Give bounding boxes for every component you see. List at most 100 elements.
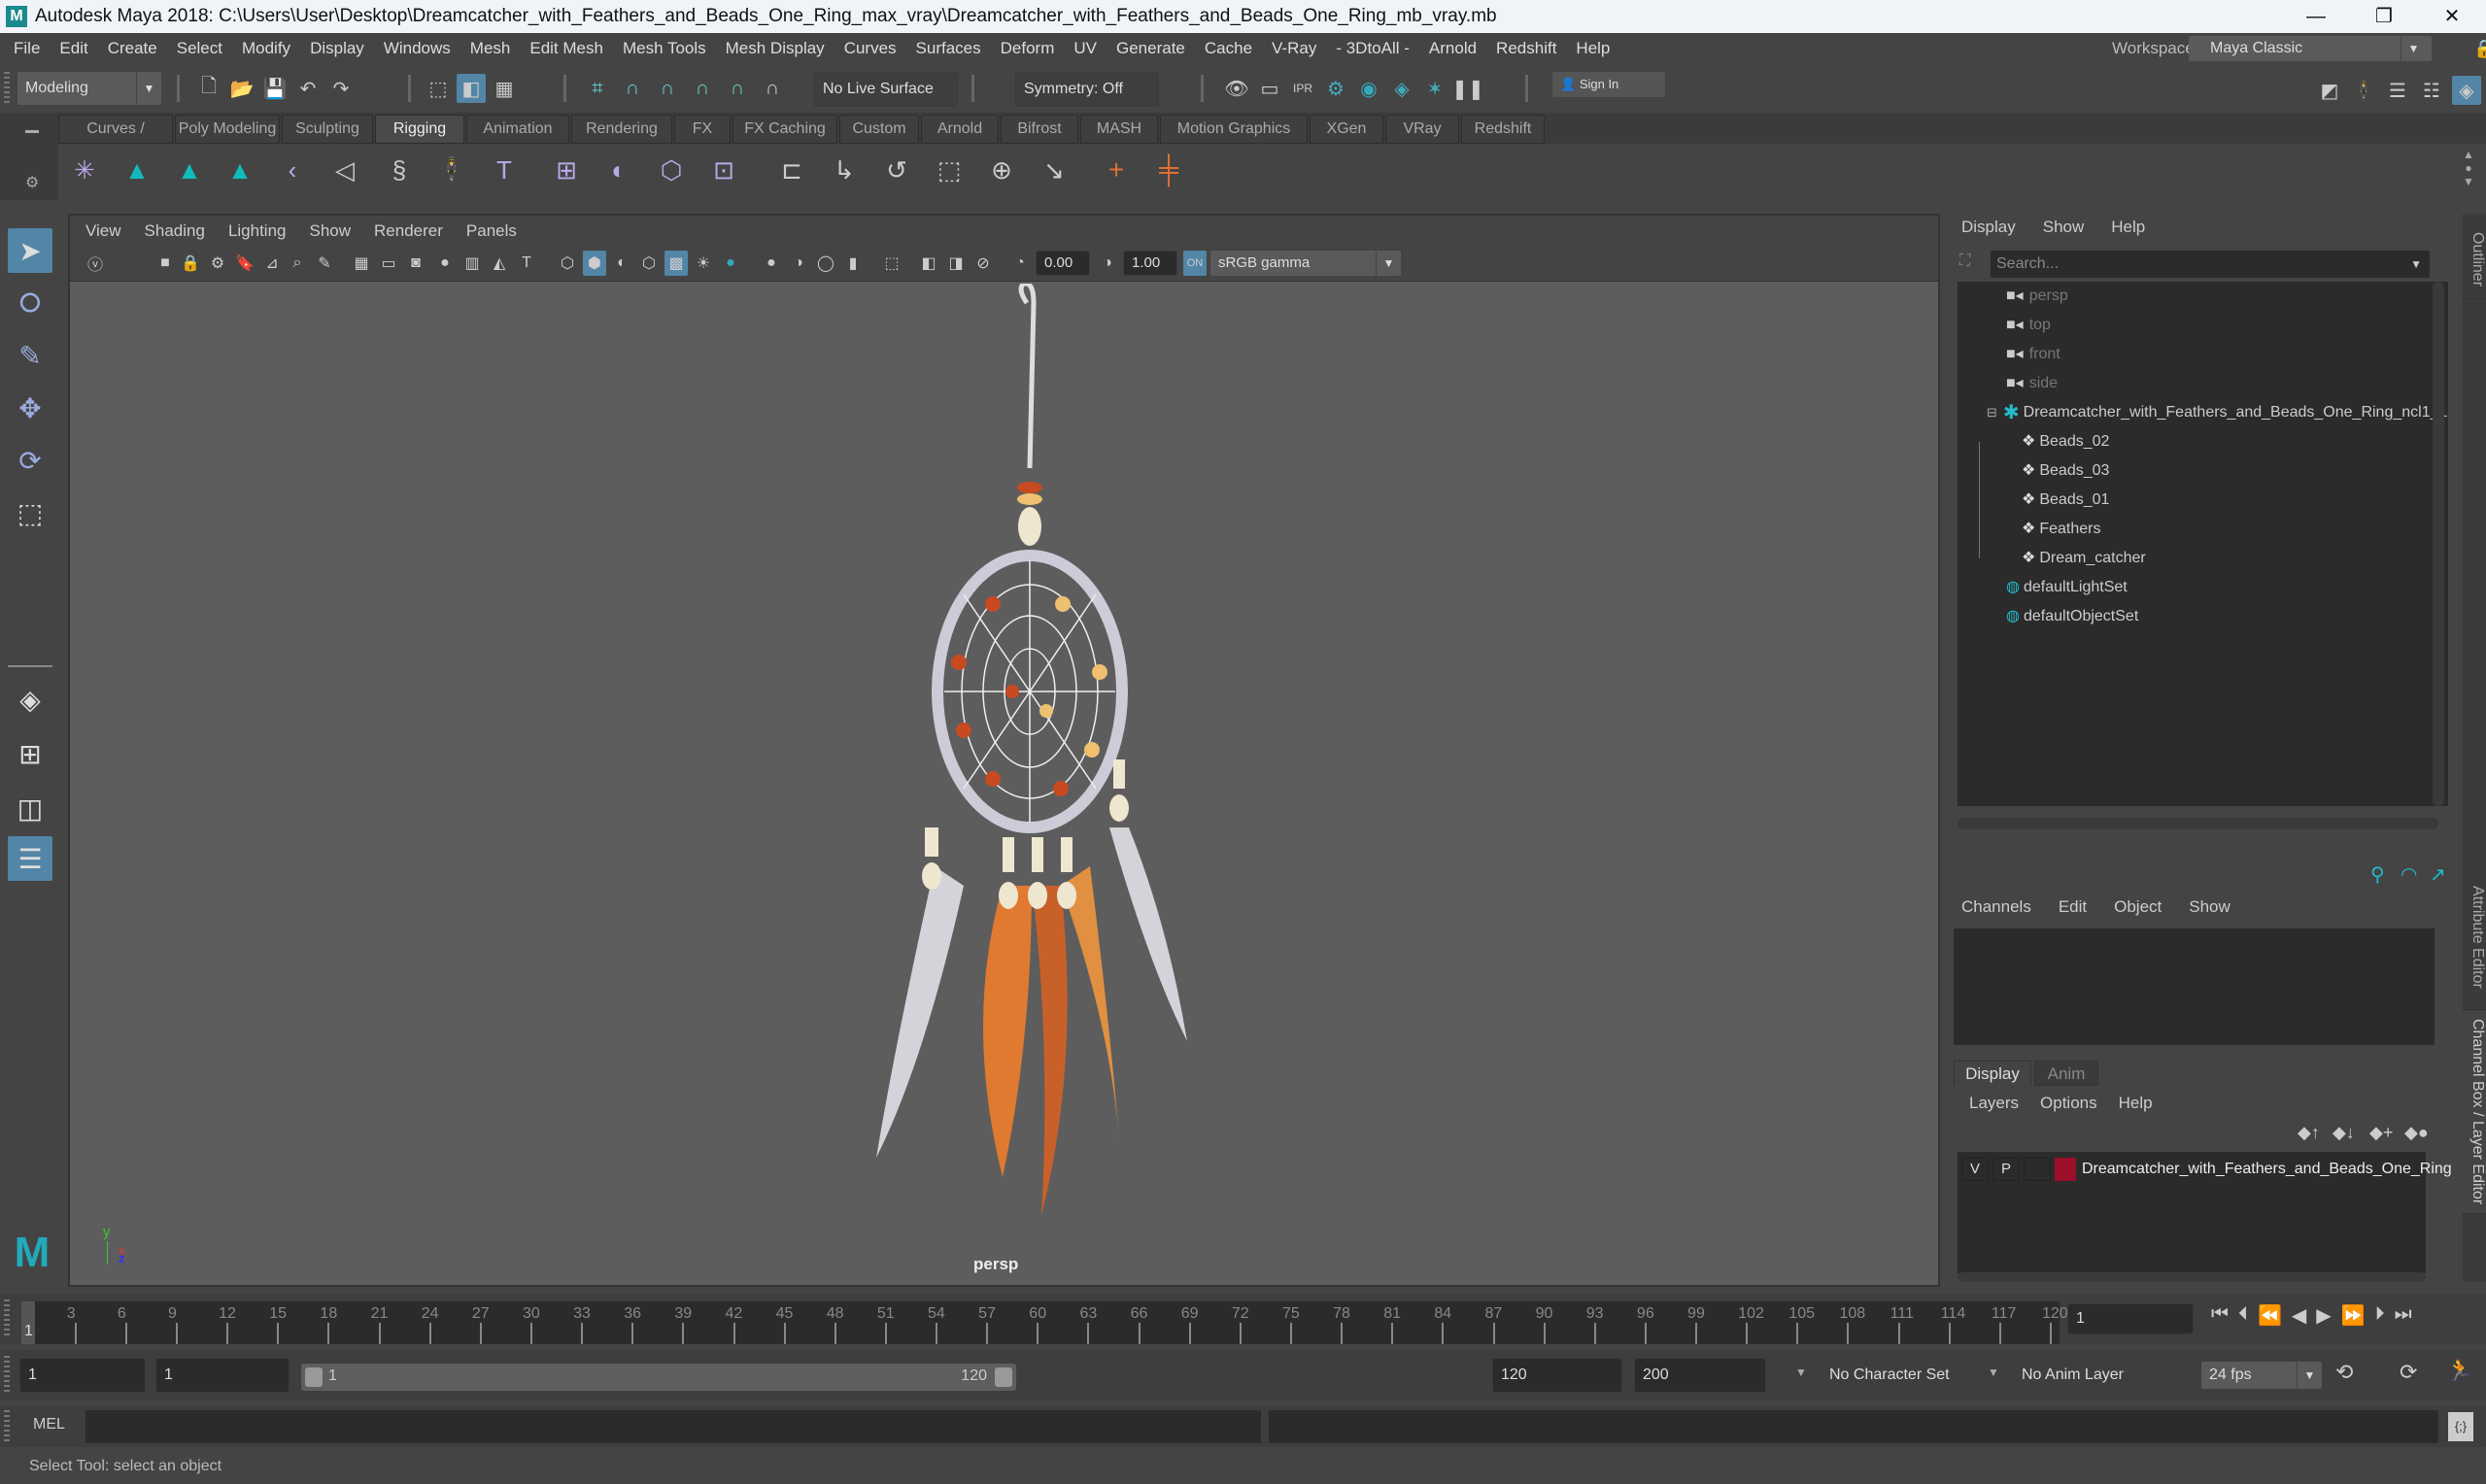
new-empty-layer-icon[interactable]: ◆+ xyxy=(2369,1123,2393,1143)
two-view-layout-icon[interactable]: ◫ xyxy=(8,786,52,830)
shadows-icon[interactable]: ● xyxy=(719,251,742,276)
sign-in-button[interactable]: 👤 Sign In xyxy=(1552,72,1665,97)
hyper-icon[interactable]: ↗ xyxy=(2430,862,2446,887)
select-by-object-icon[interactable]: ◧ xyxy=(457,74,486,103)
chevron-down-icon[interactable]: ▼ xyxy=(1988,1366,1999,1379)
shelf-tab-animation[interactable]: Animation xyxy=(466,115,569,144)
lasso-tool-icon[interactable]: ⭘ xyxy=(8,281,52,325)
outliner-item-persp[interactable]: ■◂ persp xyxy=(2006,282,2068,311)
snap-to-surface-icon[interactable]: ∩ xyxy=(723,74,752,103)
bind-skin-icon[interactable]: ⊞ xyxy=(552,155,581,185)
chevron-down-icon[interactable]: ▼ xyxy=(1795,1366,1807,1379)
playback-start-field[interactable]: 1 xyxy=(155,1358,289,1393)
layer-name[interactable]: Dreamcatcher_with_Feathers_and_Beads_One… xyxy=(2082,1158,2452,1181)
animation-end-field[interactable]: 200 xyxy=(1634,1358,1766,1393)
menu-edit-mesh[interactable]: Edit Mesh xyxy=(529,39,603,58)
select-by-hierarchy-icon[interactable]: ⬚ xyxy=(424,74,453,103)
current-frame-field[interactable]: 1 xyxy=(2067,1303,2194,1334)
shelf-tab-poly-modeling[interactable]: Poly Modeling xyxy=(175,115,280,144)
grid-icon[interactable]: ▦ xyxy=(350,251,373,276)
channel-box-icon[interactable]: ◈ xyxy=(2452,76,2481,105)
outliner-item-front[interactable]: ■◂ front xyxy=(2006,340,2060,369)
auto-key-icon[interactable]: ⟳ xyxy=(2400,1360,2417,1385)
ik-fk-icon[interactable]: + xyxy=(1102,154,1131,185)
orient-constraint-icon[interactable]: ↺ xyxy=(882,155,911,185)
play-forwards-icon[interactable]: ▶ xyxy=(2316,1303,2331,1328)
channel-menu-edit[interactable]: Edit xyxy=(2059,897,2087,917)
vp-menu-show[interactable]: Show xyxy=(310,221,352,241)
outliner-item-default-object-set[interactable]: ◍ defaultObjectSet xyxy=(2006,602,2138,631)
multisample-aa-icon[interactable]: ◯ xyxy=(814,251,837,276)
outliner-item-dreamcatcher-group[interactable]: ⊟ ✱ Dreamcatcher_with_Feathers_and_Beads_O… xyxy=(1987,398,2447,427)
shelf-tab-custom[interactable]: Custom xyxy=(839,115,919,144)
snap-to-grid-icon[interactable]: ⌗ xyxy=(583,74,612,103)
undo-icon[interactable]: ↶ xyxy=(293,74,323,103)
shelf-tab-sculpting[interactable]: Sculpting xyxy=(282,115,373,144)
render-setup-icon[interactable]: ◈ xyxy=(1387,74,1416,103)
side-tab-outliner[interactable]: Outliner xyxy=(2463,221,2486,299)
play-backwards-icon[interactable]: ◀ xyxy=(2292,1303,2306,1328)
menu-windows[interactable]: Windows xyxy=(384,39,451,58)
drag-grip[interactable] xyxy=(4,72,10,105)
exposure-icon[interactable]: ◔ xyxy=(1008,251,1032,276)
time-slider-track[interactable]: 1 3 6 9 12 15 18 21 24 27 30 33 36 39 42 45 48 51 54 57 60 6… xyxy=(21,1301,2068,1344)
minimize-button[interactable]: — xyxy=(2288,0,2344,33)
modeling-toolkit-icon[interactable]: ◩ xyxy=(2315,76,2344,105)
pole-vector-icon[interactable]: ↘ xyxy=(1039,155,1069,185)
shelf-menu-icon[interactable] xyxy=(25,130,39,133)
menu-redshift[interactable]: Redshift xyxy=(1496,39,1556,58)
vp-menu-panels[interactable]: Panels xyxy=(466,221,517,241)
command-language-label[interactable]: MEL xyxy=(33,1416,65,1433)
side-tab-channel-box[interactable]: Channel Box / Layer Editor xyxy=(2463,1010,2486,1214)
menu-mesh-tools[interactable]: Mesh Tools xyxy=(623,39,706,58)
camera-attributes-icon[interactable]: ⚙ xyxy=(206,251,229,276)
maximize-button[interactable]: ❐ xyxy=(2356,0,2412,33)
menu-edit[interactable]: Edit xyxy=(59,39,87,58)
animation-start-field[interactable]: 1 xyxy=(19,1358,146,1393)
layer-playback-toggle[interactable]: P xyxy=(1992,1158,2020,1181)
vray-icon[interactable]: ⓥ xyxy=(84,251,107,276)
menu-help[interactable]: Help xyxy=(1576,39,1610,58)
ipr-render-icon[interactable]: IPR xyxy=(1288,74,1317,103)
anim-layer-field[interactable]: No Anim Layer xyxy=(2013,1358,2162,1393)
attribute-editor-icon[interactable]: ☰ xyxy=(2383,76,2412,105)
channel-menu-object[interactable]: Object xyxy=(2114,897,2162,917)
field-chart-icon[interactable]: ▥ xyxy=(460,251,484,276)
shelf-tab-curves-surfaces[interactable]: Curves / Surfaces xyxy=(58,115,173,164)
skeleton-icon[interactable]: T xyxy=(490,155,519,185)
channel-menu-show[interactable]: Show xyxy=(2189,897,2231,917)
screen-space-ao-icon[interactable]: ● xyxy=(760,251,783,276)
loop-icon[interactable]: ⟲ xyxy=(2335,1360,2353,1385)
outliner-item-feathers[interactable]: ❖ Feathers xyxy=(2022,515,2100,544)
layer-color-swatch[interactable] xyxy=(2055,1158,2076,1181)
resolution-gate-icon[interactable]: ◙ xyxy=(404,251,427,276)
render-sequence-icon[interactable]: ▭ xyxy=(1255,74,1284,103)
channel-menu-channels[interactable]: Channels xyxy=(1961,897,2031,917)
animation-preferences-icon[interactable]: 🏃 xyxy=(2446,1358,2472,1383)
menu-display[interactable]: Display xyxy=(310,39,364,58)
create-locator-icon[interactable]: ✳ xyxy=(70,155,99,185)
mode-dropdown[interactable]: Modeling ▼ xyxy=(17,72,161,105)
render-settings-icon[interactable]: ⚙ xyxy=(1321,74,1350,103)
move-layer-down-icon[interactable]: ◆↓ xyxy=(2333,1123,2355,1143)
layer-display-type-toggle[interactable] xyxy=(2024,1158,2051,1181)
shelf-tab-vray[interactable]: VRay xyxy=(1385,115,1459,144)
ik-spline-icon[interactable]: § xyxy=(385,155,414,185)
safe-action-icon[interactable]: ◭ xyxy=(488,251,511,276)
color-management-toggle[interactable]: ON xyxy=(1183,251,1207,276)
snap-to-point-icon[interactable]: ∩ xyxy=(653,74,682,103)
gate-mask-icon[interactable]: ● xyxy=(433,251,457,276)
point-constraint-icon[interactable]: ↳ xyxy=(830,155,859,185)
step-forward-frame-icon[interactable]: ⏵ xyxy=(2375,1303,2385,1328)
shelf-tab-rendering[interactable]: Rendering xyxy=(571,115,672,144)
textured-icon[interactable]: ▩ xyxy=(664,251,688,276)
scale-constraint-icon[interactable]: ⬚ xyxy=(935,155,964,185)
snap-to-curve-icon[interactable]: ∩ xyxy=(618,74,647,103)
menu-curves[interactable]: Curves xyxy=(844,39,897,58)
snap-to-view-plane-icon[interactable]: ∩ xyxy=(688,74,717,103)
mel-command-input[interactable] xyxy=(85,1410,1261,1443)
shelf-tab-bifrost[interactable]: Bifrost xyxy=(1001,115,1078,144)
shelf-gear-icon[interactable]: ⚙ xyxy=(25,173,39,192)
lattice-icon[interactable]: ⬡ xyxy=(657,155,686,185)
outliner-item-top[interactable]: ■◂ top xyxy=(2006,311,2051,340)
